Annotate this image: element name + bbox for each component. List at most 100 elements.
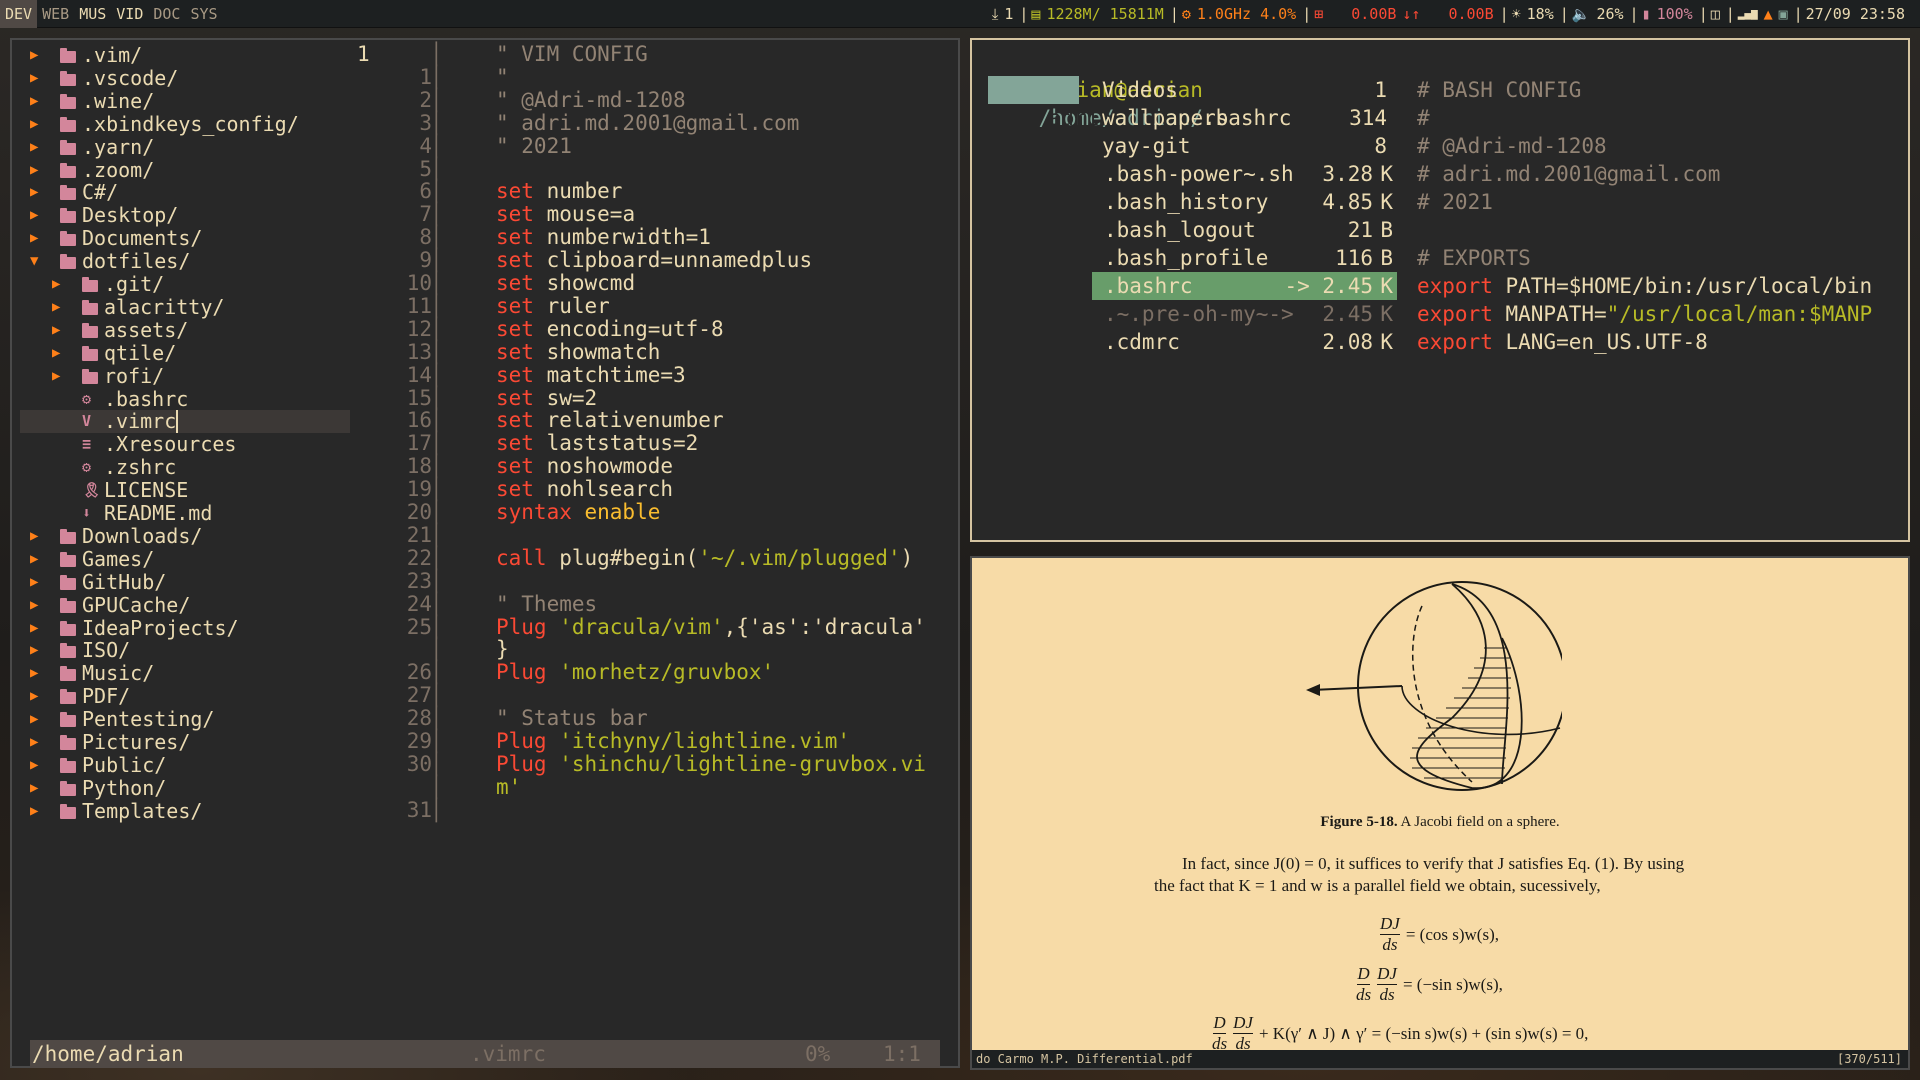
tree-row[interactable]: ▶ Pictures/ — [20, 731, 350, 754]
wifi-signal-icon[interactable]: ▂▄▆ — [1738, 0, 1758, 28]
code-line[interactable]: set nohlsearch — [496, 477, 673, 501]
collapsed-arrow-icon[interactable]: ▶ — [52, 319, 60, 342]
collapsed-arrow-icon[interactable]: ▶ — [30, 685, 38, 708]
tree-row[interactable]: ▶ ISO/ — [20, 639, 350, 662]
tree-row[interactable]: ⚙ .bashrc — [20, 387, 350, 411]
tree-row[interactable]: ▶ .yarn/ — [20, 135, 350, 159]
tree-row[interactable]: ▶ .xbindkeys_config/ — [20, 112, 350, 136]
collapsed-arrow-icon[interactable]: ▶ — [30, 181, 38, 204]
tree-row[interactable]: ▶ Music/ — [20, 662, 350, 685]
warning-icon[interactable]: ▲ — [1764, 0, 1773, 28]
layout-widget[interactable]: ◫ — [1699, 0, 1729, 28]
collapsed-arrow-icon[interactable]: ▶ — [52, 273, 60, 296]
collapsed-arrow-icon[interactable]: ▶ — [52, 365, 60, 388]
code-line[interactable]: " Status bar — [496, 706, 648, 730]
fm-entry[interactable]: yay-git 8 — [1092, 132, 1397, 160]
tree-row[interactable]: ▶ assets/ — [20, 318, 350, 342]
collapsed-arrow-icon[interactable]: ▶ — [30, 113, 38, 136]
code-line[interactable]: Plug 'shinchu/lightline-gruvbox.vi — [496, 752, 926, 776]
tree-row[interactable]: ▶ .wine/ — [20, 89, 350, 113]
code-line[interactable]: Plug 'itchyny/lightline.vim' — [496, 729, 850, 753]
collapsed-arrow-icon[interactable]: ▶ — [52, 296, 60, 319]
tree-row[interactable]: ⬇ README.md — [20, 502, 350, 525]
tree-row[interactable]: ▶ alacritty/ — [20, 295, 350, 319]
tree-row[interactable]: ▶ qtile/ — [20, 341, 350, 365]
brightness-widget[interactable]: ☀ 18% — [1500, 0, 1563, 28]
fm-entry[interactable]: .bashrc -> 2.45 K — [1092, 272, 1397, 300]
workspace-vid[interactable]: VID — [111, 0, 148, 28]
code-line[interactable]: set showmatch — [496, 340, 660, 364]
tree-row[interactable]: ▶ IdeaProjects/ — [20, 616, 350, 640]
code-line[interactable]: } — [496, 637, 509, 661]
collapsed-arrow-icon[interactable]: ▶ — [30, 204, 38, 227]
tree-row[interactable]: V .vimrc — [20, 410, 350, 434]
code-line[interactable]: set matchtime=3 — [496, 363, 686, 387]
fm-entry[interactable]: .bash_profile 116 B — [1092, 244, 1397, 272]
code-line[interactable]: set number — [496, 179, 622, 203]
code-line[interactable]: syntax enable — [496, 500, 660, 524]
code-line[interactable]: set clipboard=unnamedplus — [496, 248, 812, 272]
code-line[interactable]: " @Adri-md-1208 — [496, 88, 686, 112]
code-line[interactable]: m' — [496, 775, 521, 799]
tree-row[interactable]: ▶ .git/ — [20, 273, 350, 296]
code-line[interactable]: " — [496, 65, 509, 89]
tree-row[interactable]: ▶ .zoom/ — [20, 158, 350, 182]
tree-row[interactable]: ▶ GPUCache/ — [20, 593, 350, 617]
tree-row[interactable]: ▶ Downloads/ — [20, 524, 350, 548]
tree-row[interactable]: ▶ Pentesting/ — [20, 708, 350, 731]
collapsed-arrow-icon[interactable]: ▶ — [30, 525, 38, 548]
fm-entry[interactable]: .bash-power~.sh 3.28 K — [1092, 160, 1397, 188]
collapsed-arrow-icon[interactable]: ▶ — [30, 639, 38, 662]
code-line[interactable]: " adri.md.2001@gmail.com — [496, 111, 799, 135]
code-line[interactable]: set sw=2 — [496, 386, 597, 410]
fm-entry[interactable]: Videos 1 — [1092, 76, 1397, 104]
code-line[interactable]: Plug 'dracula/vim',{'as':'dracula' — [496, 615, 926, 639]
expanded-arrow-icon[interactable]: ▼ — [30, 250, 38, 273]
collapsed-arrow-icon[interactable]: ▶ — [30, 754, 38, 777]
tree-row[interactable]: ≡ .Xresources — [20, 433, 350, 456]
collapsed-arrow-icon[interactable]: ▶ — [30, 731, 38, 754]
code-line[interactable]: set ruler — [496, 294, 610, 318]
code-line[interactable]: set relativenumber — [496, 408, 724, 432]
collapsed-arrow-icon[interactable]: ▶ — [30, 777, 38, 800]
collapsed-arrow-icon[interactable]: ▶ — [30, 227, 38, 250]
fm-entry[interactable]: .bash_history 4.85 K — [1092, 188, 1397, 216]
workspace-dev[interactable]: DEV — [0, 0, 38, 28]
code-line[interactable]: " Themes — [496, 592, 597, 616]
tree-row[interactable]: ▼ dotfiles/ — [20, 250, 350, 273]
collapsed-arrow-icon[interactable]: ▶ — [30, 44, 38, 67]
workspace-doc[interactable]: DOC — [148, 0, 185, 28]
updates-widget[interactable]: ⤓ 1 — [983, 0, 1023, 28]
code-line[interactable]: set encoding=utf-8 — [496, 317, 724, 341]
code-line[interactable]: set showcmd — [496, 271, 635, 295]
tree-row[interactable]: ▶ Public/ — [20, 753, 350, 777]
code-line[interactable]: set mouse=a — [496, 202, 635, 226]
collapsed-arrow-icon[interactable]: ▶ — [30, 594, 38, 617]
volume-widget[interactable]: 🔈 26% — [1560, 0, 1633, 28]
file-manager-window[interactable]: adrian@adrian /home/adrian/.bashrc adria… — [970, 38, 1910, 542]
fm-entry[interactable]: .cdmrc 2.08 K — [1092, 328, 1397, 356]
code-line[interactable]: " 2021 — [496, 134, 572, 158]
collapsed-arrow-icon[interactable]: ▶ — [30, 571, 38, 594]
workspace-mus[interactable]: MUS — [74, 0, 111, 28]
code-line[interactable]: set numberwidth=1 — [496, 225, 711, 249]
workspace-sys[interactable]: SYS — [185, 0, 222, 28]
collapsed-arrow-icon[interactable]: ▶ — [30, 617, 38, 640]
tree-row[interactable]: ▶ rofi/ — [20, 364, 350, 388]
tree-row[interactable]: ▶ Documents/ — [20, 227, 350, 250]
tree-row[interactable]: ⚙ .zshrc — [20, 456, 350, 479]
collapsed-arrow-icon[interactable]: ▶ — [30, 662, 38, 685]
collapsed-arrow-icon[interactable]: ▶ — [30, 136, 38, 159]
workspace-web[interactable]: WEB — [37, 0, 74, 28]
tree-row[interactable]: ▶ PDF/ — [20, 685, 350, 708]
fm-entry[interactable]: .~.pre-oh-my~-> 2.45 K — [1092, 300, 1397, 328]
tree-row[interactable]: 🎗 LICENSE — [20, 479, 350, 502]
code-line[interactable]: set laststatus=2 — [496, 431, 698, 455]
collapsed-arrow-icon[interactable]: ▶ — [52, 342, 60, 365]
tree-row[interactable]: ▶ .vim/ — [20, 44, 350, 67]
collapsed-arrow-icon[interactable]: ▶ — [30, 800, 38, 823]
pdf-viewer-window[interactable]: Figure 5-18. A Jacobi field on a sphere.… — [970, 556, 1910, 1070]
code-line[interactable]: " VIM CONFIG — [496, 42, 648, 66]
monitor-icon[interactable]: ▣ — [1779, 0, 1788, 28]
vim-window[interactable]: ▶ .vim/ ▶ .vscode/ ▶ .wine/ ▶ .xbindkeys_config… — [10, 38, 960, 1068]
